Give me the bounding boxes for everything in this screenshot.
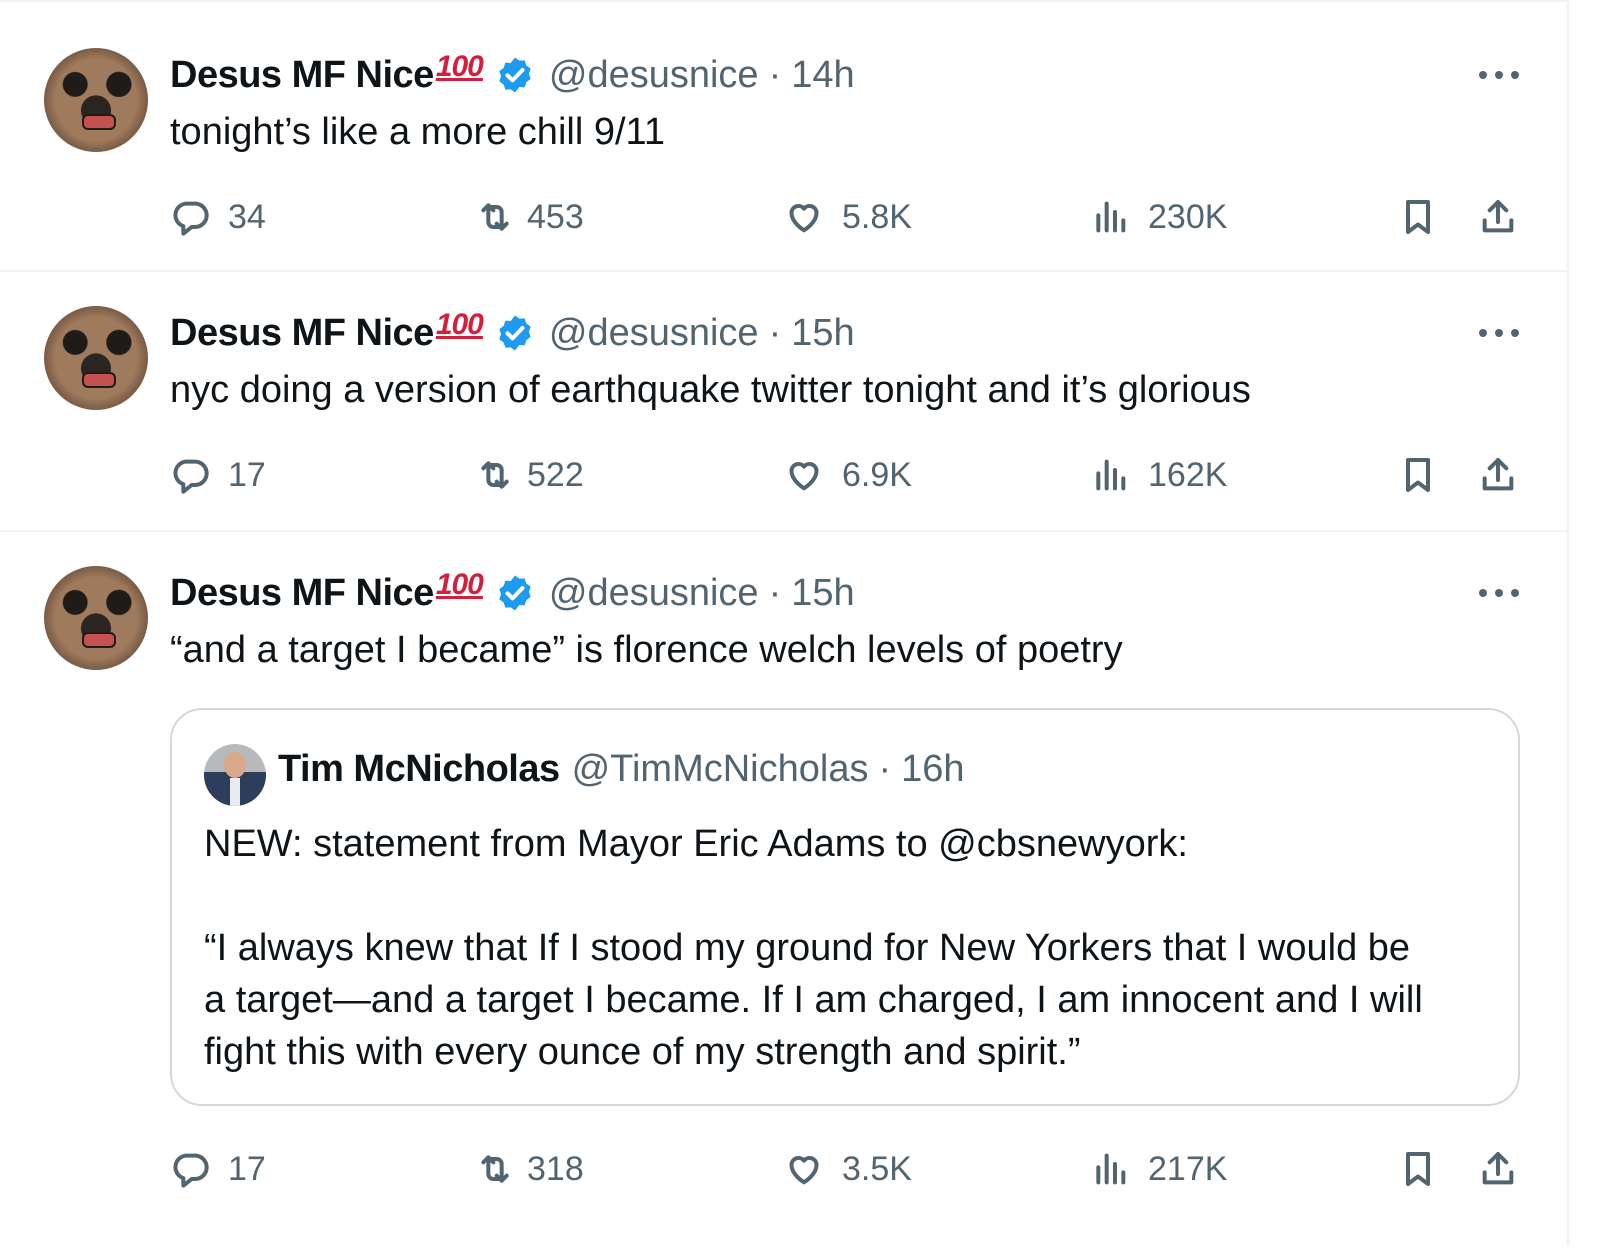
author-handle[interactable]: @desusnice xyxy=(549,54,759,97)
quoted-header: Tim McNicholas @TimMcNicholas · 16h xyxy=(278,748,965,791)
reply-count: 17 xyxy=(228,455,266,494)
repost-icon xyxy=(481,203,509,231)
reply-icon xyxy=(173,459,209,494)
like-button[interactable]: 6.9K xyxy=(784,450,912,500)
views-icon xyxy=(1096,201,1126,233)
repost-count: 318 xyxy=(527,1149,584,1188)
author-name[interactable]: Desus MF Nice xyxy=(170,572,434,615)
share-button[interactable] xyxy=(1478,450,1518,500)
views-icon xyxy=(1096,459,1126,491)
quoted-timestamp[interactable]: 16h xyxy=(901,748,964,791)
views-icon xyxy=(1096,1153,1126,1185)
view-count: 230K xyxy=(1148,197,1228,236)
share-icon xyxy=(1482,458,1514,491)
share-button[interactable] xyxy=(1478,192,1518,242)
view-count: 162K xyxy=(1148,455,1228,494)
bookmark-icon xyxy=(1406,458,1430,492)
like-count: 5.8K xyxy=(842,197,912,236)
quoted-text-line: “I always knew that If I stood my ground… xyxy=(204,927,1411,969)
verified-badge-icon xyxy=(495,55,535,95)
like-button[interactable]: 5.8K xyxy=(784,192,912,242)
timestamp[interactable]: 15h xyxy=(791,572,854,615)
avatar[interactable] xyxy=(44,306,148,410)
more-icon[interactable] xyxy=(1479,326,1519,340)
tweet-header: Desus MF Nice 100 @desusnice · 15h xyxy=(170,308,855,358)
separator-dot: · xyxy=(768,311,782,354)
reply-button[interactable]: 17 xyxy=(170,1144,266,1194)
quoted-author-name[interactable]: Tim McNicholas xyxy=(278,748,560,791)
action-bar: 17 522 6.9K 162K xyxy=(170,450,1520,500)
repost-button[interactable]: 522 xyxy=(475,450,584,500)
like-icon xyxy=(789,204,819,233)
bookmark-button[interactable] xyxy=(1398,1144,1438,1194)
like-icon xyxy=(789,462,819,491)
views-button[interactable]: 217K xyxy=(1090,1144,1227,1194)
repost-button[interactable]: 453 xyxy=(475,192,584,242)
action-bar: 17 318 3.5K 217K xyxy=(170,1144,1520,1194)
share-icon xyxy=(1482,200,1514,233)
tweet[interactable]: Desus MF Nice 100 @desusnice · 14h tonig… xyxy=(0,0,1567,272)
tweet-text: nyc doing a version of earthquake twitte… xyxy=(170,369,1251,411)
separator-dot: · xyxy=(768,571,782,614)
share-button[interactable] xyxy=(1478,1144,1518,1194)
quoted-text-line: fight this with every ounce of my streng… xyxy=(204,1031,1081,1073)
verified-badge-icon xyxy=(495,573,535,613)
quoted-text: NEW: statement from Mayor Eric Adams to … xyxy=(204,818,1494,1078)
action-bar: 34 453 5.8K 230K xyxy=(170,192,1520,242)
repost-icon xyxy=(481,461,509,489)
author-name[interactable]: Desus MF Nice xyxy=(170,312,434,355)
like-count: 3.5K xyxy=(842,1149,912,1188)
timestamp[interactable]: 15h xyxy=(791,312,854,355)
tweet-text: tonight’s like a more chill 9/11 xyxy=(170,111,665,153)
separator-dot: · xyxy=(768,53,782,96)
separator-dot: · xyxy=(878,748,892,790)
author-handle[interactable]: @desusnice xyxy=(549,312,759,355)
views-button[interactable]: 162K xyxy=(1090,450,1227,500)
quoted-tweet[interactable]: Tim McNicholas @TimMcNicholas · 16h NEW:… xyxy=(170,708,1520,1106)
reply-count: 34 xyxy=(228,197,266,236)
reply-button[interactable]: 34 xyxy=(170,192,266,242)
reply-icon xyxy=(173,1153,209,1188)
share-icon xyxy=(1482,1152,1514,1185)
author-name[interactable]: Desus MF Nice xyxy=(170,54,434,97)
reply-icon xyxy=(173,201,209,236)
bookmark-button[interactable] xyxy=(1398,192,1438,242)
views-button[interactable]: 230K xyxy=(1090,192,1227,242)
quoted-text-line: a target—and a target I became. If I am … xyxy=(204,979,1423,1021)
more-icon[interactable] xyxy=(1479,68,1519,82)
reply-count: 17 xyxy=(228,1149,266,1188)
quoted-author-handle[interactable]: @TimMcNicholas xyxy=(572,748,869,791)
repost-icon xyxy=(481,1155,509,1183)
tweet-header: Desus MF Nice 100 @desusnice · 14h xyxy=(170,50,855,100)
timeline-feed: Desus MF Nice 100 @desusnice · 14h tonig… xyxy=(0,0,1569,1246)
tweet[interactable]: Desus MF Nice 100 @desusnice · 15h “and … xyxy=(0,530,1567,1248)
tweet[interactable]: Desus MF Nice 100 @desusnice · 15h nyc d… xyxy=(0,270,1567,532)
bookmark-icon xyxy=(1406,200,1430,234)
like-icon xyxy=(789,1156,819,1185)
hundred-points-emoji: 100 xyxy=(435,308,484,341)
avatar[interactable] xyxy=(44,48,148,152)
bookmark-icon xyxy=(1406,1152,1430,1186)
quoted-text-line: NEW: statement from Mayor Eric Adams to … xyxy=(204,823,1188,865)
hundred-points-emoji: 100 xyxy=(435,568,484,601)
quoted-avatar[interactable] xyxy=(204,744,266,806)
reply-button[interactable]: 17 xyxy=(170,450,266,500)
repost-count: 453 xyxy=(527,197,584,236)
tweet-text: “and a target I became” is florence welc… xyxy=(170,629,1123,671)
verified-badge-icon xyxy=(495,313,535,353)
hundred-points-emoji: 100 xyxy=(435,50,484,83)
repost-count: 522 xyxy=(527,455,584,494)
timestamp[interactable]: 14h xyxy=(791,54,854,97)
tweet-header: Desus MF Nice 100 @desusnice · 15h xyxy=(170,568,855,618)
author-handle[interactable]: @desusnice xyxy=(549,572,759,615)
more-icon[interactable] xyxy=(1479,586,1519,600)
like-count: 6.9K xyxy=(842,455,912,494)
repost-button[interactable]: 318 xyxy=(475,1144,584,1194)
avatar[interactable] xyxy=(44,566,148,670)
view-count: 217K xyxy=(1148,1149,1228,1188)
bookmark-button[interactable] xyxy=(1398,450,1438,500)
like-button[interactable]: 3.5K xyxy=(784,1144,912,1194)
